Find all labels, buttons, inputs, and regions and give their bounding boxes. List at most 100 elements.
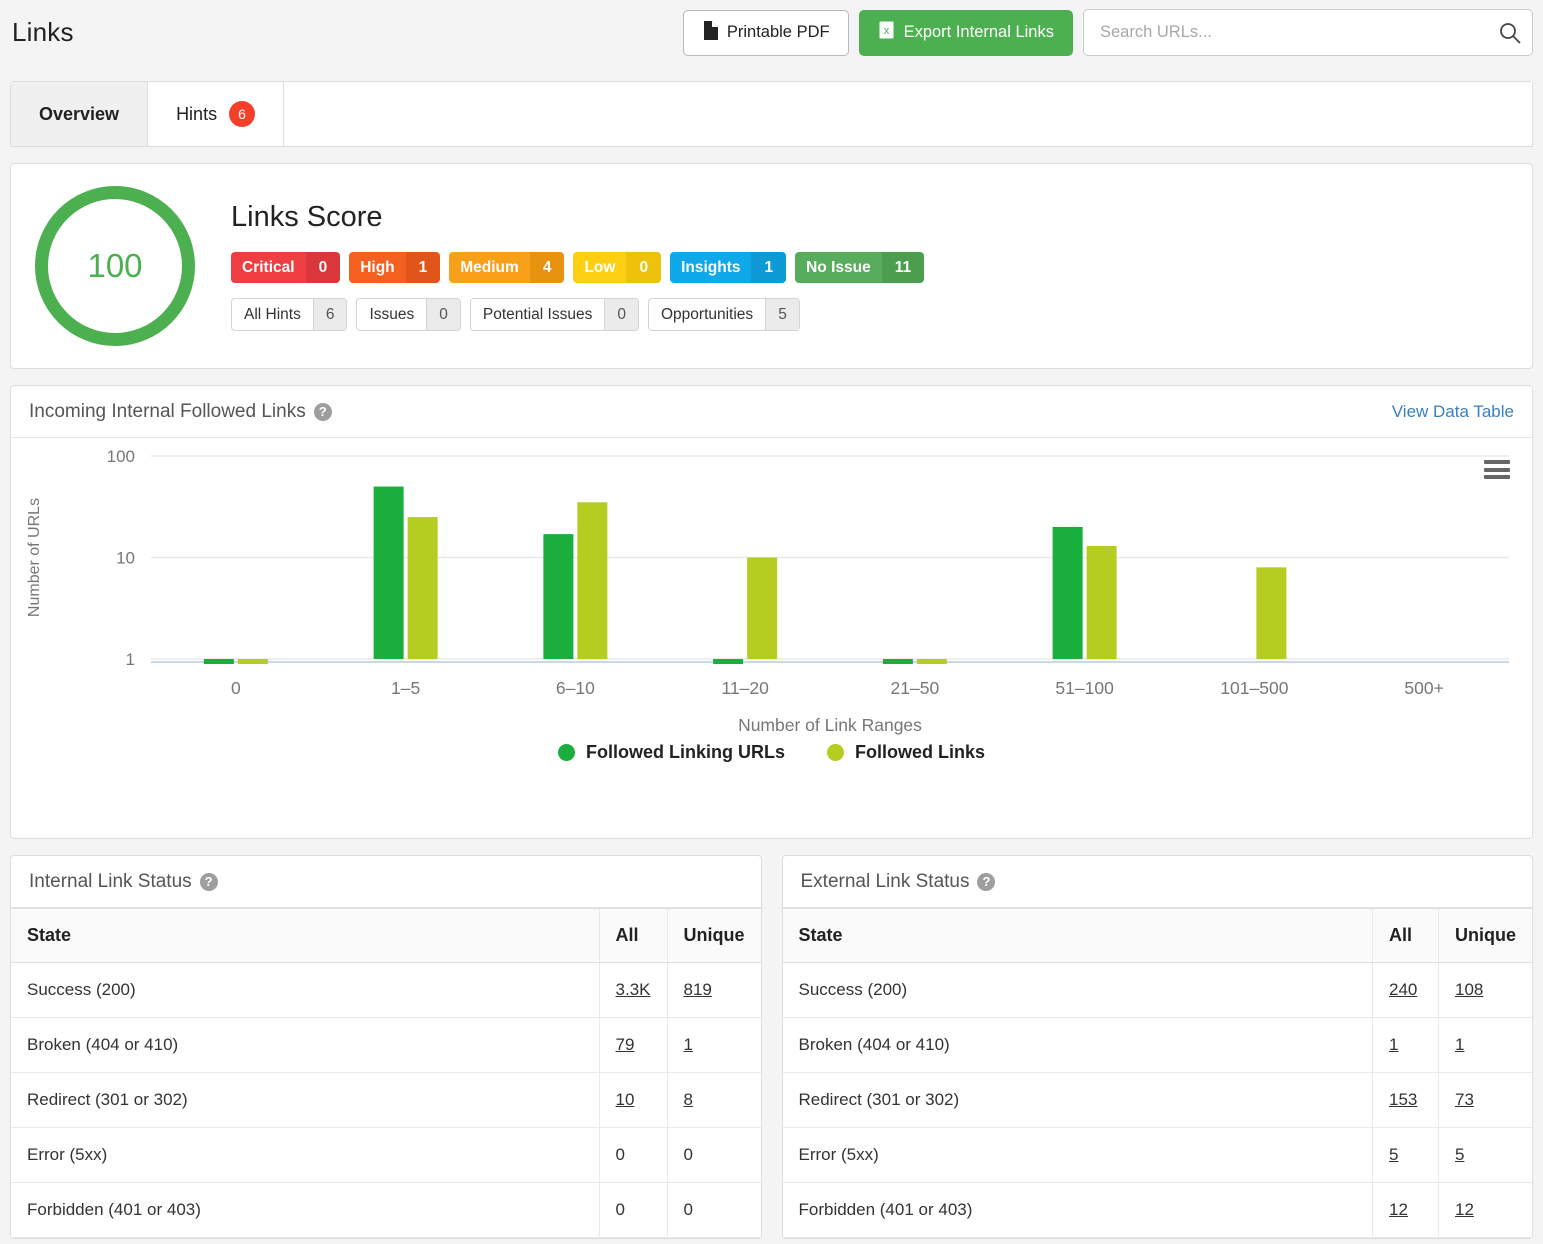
column-unique: Unique (1439, 909, 1533, 963)
severity-badge-medium[interactable]: Medium4 (449, 252, 564, 283)
table-row: Error (5xx)00 (11, 1128, 761, 1183)
severity-badge-high[interactable]: High1 (349, 252, 440, 283)
severity-badge-low[interactable]: Low0 (573, 252, 661, 283)
chip-issues[interactable]: Issues0 (356, 298, 460, 331)
severity-count: 11 (882, 252, 924, 283)
cell-all[interactable]: 3.3K (599, 963, 667, 1018)
chip-label: All Hints (232, 299, 313, 330)
x-axis-tick-label: 500+ (1404, 678, 1443, 698)
chip-count: 6 (313, 299, 347, 330)
cell-unique[interactable]: 108 (1439, 963, 1533, 1018)
bar-followed-linking-urls-5[interactable] (1053, 527, 1083, 659)
internal-link-status-column: Internal Link Status ? State All Unique … (10, 855, 762, 1239)
chip-label: Issues (357, 299, 426, 330)
cell-unique-link[interactable]: 1 (684, 1035, 693, 1054)
bar-followed-linking-urls-1[interactable] (374, 487, 404, 659)
cell-unique[interactable]: 819 (667, 963, 761, 1018)
cell-all[interactable]: 240 (1373, 963, 1439, 1018)
bar-followed-links-1[interactable] (408, 517, 438, 659)
tab-hints-badge: 6 (229, 101, 255, 127)
chip-all-hints[interactable]: All Hints6 (231, 298, 347, 331)
chip-potential-issues[interactable]: Potential Issues0 (470, 298, 639, 331)
cell-unique-link[interactable]: 1 (1455, 1035, 1464, 1054)
cell-unique[interactable]: 1 (1439, 1018, 1533, 1073)
x-axis-tick-label: 101–500 (1220, 678, 1288, 698)
document-icon (702, 21, 718, 45)
table-row: Forbidden (401 or 403)00 (11, 1183, 761, 1238)
bar-followed-links-6[interactable] (1256, 567, 1286, 659)
cell-all[interactable]: 12 (1373, 1183, 1439, 1238)
cell-state: Redirect (301 or 302) (11, 1073, 599, 1128)
search-input[interactable] (1083, 9, 1533, 56)
cell-unique-link[interactable]: 12 (1455, 1200, 1474, 1219)
bar-followed-linking-urls-2[interactable] (543, 534, 573, 659)
severity-badge-critical[interactable]: Critical0 (231, 252, 340, 283)
search-icon[interactable] (1499, 22, 1521, 44)
cell-unique-link[interactable]: 8 (684, 1090, 693, 1109)
cell-unique-link[interactable]: 73 (1455, 1090, 1474, 1109)
cell-all-link[interactable]: 79 (616, 1035, 635, 1054)
internal-link-status-table: State All Unique Success (200)3.3K819Bro… (11, 908, 761, 1238)
table-row: Redirect (301 or 302) 10 8 (11, 1073, 761, 1128)
export-internal-links-button[interactable]: x Export Internal Links (859, 10, 1073, 56)
chart-title: Incoming Internal Followed Links (29, 401, 306, 423)
chip-opportunities[interactable]: Opportunities5 (648, 298, 800, 331)
cell-all-link[interactable]: 240 (1389, 980, 1417, 999)
legend-item-followed-links[interactable]: Followed Links (827, 742, 985, 763)
bar-followed-links-3[interactable] (747, 558, 777, 660)
tab-hints-label: Hints (176, 104, 217, 125)
severity-label: Insights (670, 252, 751, 283)
bar-followed-linking-urls-4[interactable] (883, 659, 913, 664)
printable-pdf-button[interactable]: Printable PDF (683, 10, 849, 56)
cell-unique[interactable]: 8 (667, 1073, 761, 1128)
cell-all[interactable]: 153 (1373, 1073, 1439, 1128)
cell-all-link[interactable]: 12 (1389, 1200, 1408, 1219)
x-axis-title: Number of Link Ranges (738, 715, 922, 735)
tab-overview-label: Overview (39, 104, 119, 125)
view-data-table-link[interactable]: View Data Table (1392, 402, 1514, 422)
incoming-internal-followed-links-card: Incoming Internal Followed Links ? View … (10, 385, 1533, 839)
bar-followed-linking-urls-0[interactable] (204, 659, 234, 664)
cell-state: Broken (404 or 410) (783, 1018, 1373, 1073)
cell-all[interactable]: 79 (599, 1018, 667, 1073)
cell-unique[interactable]: 12 (1439, 1183, 1533, 1238)
links-overview-page: Links Printable PDF x Export Internal Li… (0, 0, 1543, 1244)
cell-all[interactable]: 5 (1373, 1128, 1439, 1183)
chip-count: 0 (426, 299, 460, 330)
help-circle-icon[interactable]: ? (200, 873, 218, 891)
severity-badge-insights[interactable]: Insights1 (670, 252, 786, 283)
legend-item-followed-linking-urls[interactable]: Followed Linking URLs (558, 742, 785, 763)
cell-all-link[interactable]: 3.3K (616, 980, 651, 999)
internal-table-title: Internal Link Status (29, 871, 192, 893)
cell-unique[interactable]: 1 (667, 1018, 761, 1073)
cell-all-link[interactable]: 5 (1389, 1145, 1398, 1164)
bar-followed-linking-urls-3[interactable] (713, 659, 743, 664)
cell-unique-link[interactable]: 5 (1455, 1145, 1464, 1164)
score-title: Links Score (231, 201, 1508, 234)
cell-unique-link[interactable]: 819 (684, 980, 712, 999)
tab-overview[interactable]: Overview (11, 82, 148, 146)
cell-unique[interactable]: 73 (1439, 1073, 1533, 1128)
cell-all-link[interactable]: 153 (1389, 1090, 1417, 1109)
table-row: Redirect (301 or 302)15373 (783, 1073, 1533, 1128)
help-circle-icon[interactable]: ? (977, 873, 995, 891)
cell-all[interactable]: 1 (1373, 1018, 1439, 1073)
cell-all-link[interactable]: 1 (1389, 1035, 1398, 1054)
severity-badge-no-issue[interactable]: No Issue11 (795, 252, 924, 283)
legend-label: Followed Linking URLs (586, 742, 785, 763)
bar-followed-links-0[interactable] (238, 659, 268, 664)
cell-unique[interactable]: 5 (1439, 1128, 1533, 1183)
cell-unique-link[interactable]: 108 (1455, 980, 1483, 999)
bar-followed-links-5[interactable] (1087, 546, 1117, 659)
cell-all[interactable]: 10 (599, 1073, 667, 1128)
bar-followed-links-2[interactable] (577, 502, 607, 659)
bar-followed-links-4[interactable] (917, 659, 947, 664)
tab-hints[interactable]: Hints 6 (148, 82, 284, 146)
hamburger-menu-icon[interactable] (1484, 460, 1510, 479)
cell-all-link[interactable]: 10 (616, 1090, 635, 1109)
external-link-status-column: External Link Status ? State All Unique … (782, 855, 1534, 1239)
help-circle-icon[interactable]: ? (314, 403, 332, 421)
external-table-head: State All Unique (783, 909, 1533, 963)
cell-state: Error (5xx) (783, 1128, 1373, 1183)
y-axis-tick-label: 1 (126, 650, 135, 669)
